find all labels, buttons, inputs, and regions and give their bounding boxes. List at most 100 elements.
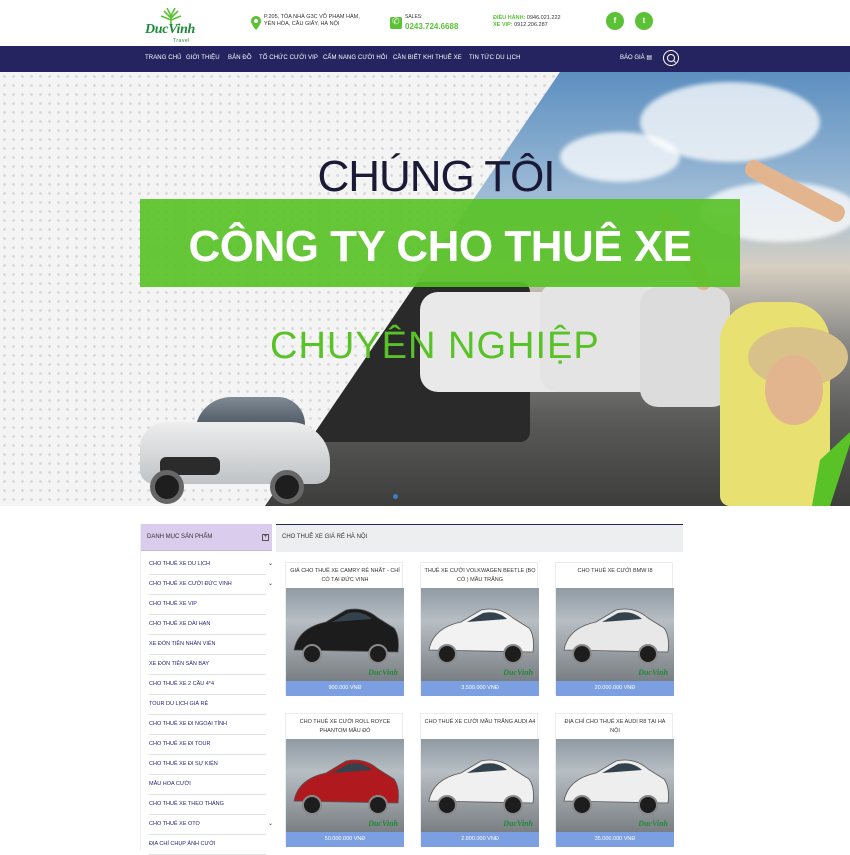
main-nav: TRANG CHỦ GIỚI THIỆU BẢN ĐỒ TỔ CHỨC CƯỚI… (0, 46, 850, 72)
slider-dot[interactable] (393, 494, 398, 499)
site-header: DucVinh Travel P.205, TÒA NHÀ G3C VÕ PHẠ… (0, 0, 850, 46)
product-image[interactable]: DucVinh (556, 588, 674, 681)
sidebar-item[interactable]: CHO THUÊ XE THEO THÁNG (149, 795, 266, 815)
product-card[interactable]: CHO THUÊ XE CƯỚI BMW I8 DucVinh 20.000.000… (555, 562, 674, 696)
sidebar-item-label: CHO THUÊ XE OTO (149, 821, 200, 827)
hero-banner: CHÚNG TÔI CÔNG TY CHO THUÊ XE CHUYÊN NGH… (0, 72, 850, 506)
sidebar-item[interactable]: CHO THUÊ XE ĐI TOUR (149, 735, 266, 755)
nav-vip-wedding[interactable]: TỔ CHỨC CƯỚI VIP (259, 55, 318, 61)
sales-number[interactable]: 0243.724.6688 (405, 22, 458, 31)
sidebar-item[interactable]: CHO THUÊ XE ĐI NGOẠI TỈNH (149, 715, 266, 735)
sidebar-item-label: CHO THUÊ XE ĐI TOUR (149, 741, 211, 747)
product-title[interactable]: CHO THUÊ XE CƯỚI MẦU TRẮNG AUDI A4 (421, 718, 539, 727)
sidebar-item[interactable]: CHO THUÊ XE CƯỚI ĐỨC VINH ⌄ (149, 575, 273, 595)
twitter-icon[interactable]: t (635, 12, 653, 30)
watermark-logo: DucVinh (503, 819, 533, 828)
sidebar-item-label: CHO THUÊ XE CƯỚI ĐỨC VINH (149, 581, 232, 587)
hero-line-1: CHÚNG TÔI (317, 152, 555, 201)
hero-line-2: CÔNG TY CHO THUÊ XE (188, 222, 692, 271)
sidebar-item-label: CHO THUÊ XE DU LỊCH (149, 561, 211, 567)
sidebar-item[interactable]: CHO THUÊ XE VIP (149, 595, 266, 615)
dispatch-number[interactable]: 0946.021.222 (527, 15, 561, 21)
white-sedan-image (140, 392, 330, 504)
sidebar-title: DANH MỤC SẢN PHẨM (147, 534, 213, 540)
chevron-down-icon[interactable]: ⌄ (268, 555, 273, 573)
sidebar-item[interactable]: XE ĐÓN TIỄN SÂN BAY (149, 655, 266, 675)
product-title[interactable]: ĐỊA CHỈ CHO THUÊ XE AUDI R8 TẠI HÀ NỘI (556, 718, 674, 736)
sidebar-item-label: XE ĐÓN TIỄN SÂN BAY (149, 661, 210, 667)
logo-text: DucVinh (145, 22, 196, 37)
search-icon[interactable] (663, 50, 679, 66)
vip-label: XE VIP: (493, 22, 513, 28)
hero-line-3: CHUYÊN NGHIỆP (270, 325, 600, 367)
chevron-down-icon[interactable]: ⌄ (268, 575, 273, 593)
sidebar-item[interactable]: MẪU HOA CƯỚI (149, 775, 266, 795)
product-title[interactable]: CHO THUÊ XE CƯỚI ROLL ROYCE PHANTOM MẦU … (286, 718, 404, 736)
product-price: 50.000.000 VNĐ (286, 832, 404, 847)
dispatch-label: ĐIỀU HÀNH: (493, 15, 526, 21)
sidebar-item[interactable]: TOUR DU LỊCH GIÁ RẺ (149, 695, 266, 715)
product-image[interactable]: DucVinh (421, 588, 539, 681)
nav-home[interactable]: TRANG CHỦ (145, 55, 182, 61)
map-pin-icon (251, 16, 261, 30)
sidebar-item-label: CHO THUÊ XE VIP (149, 601, 197, 607)
phone-icon (390, 16, 402, 29)
product-image[interactable]: DucVinh (421, 739, 539, 832)
product-card[interactable]: ĐỊA CHỈ CHO THUÊ XE AUDI R8 TẠI HÀ NỘI Du… (555, 713, 674, 847)
product-image[interactable]: DucVinh (286, 739, 404, 832)
main-section-header: CHO THUÊ XE GIÁ RẺ HÀ NỘI (276, 524, 683, 552)
sidebar-item[interactable]: CHO THUÊ XE ĐI SỰ KIỆN (149, 755, 266, 775)
product-image[interactable]: DucVinh (286, 588, 404, 681)
sidebar-item-label: CHO THUÊ XE ĐI NGOẠI TỈNH (149, 721, 228, 727)
product-price: 20.000.000 VNĐ (556, 681, 674, 696)
sidebar-toggle-button[interactable]: + (262, 534, 269, 541)
nav-wedding-guide[interactable]: CẨM NANG CƯỚI HỎI (323, 55, 387, 61)
sidebar-item-label: MẪU HOA CƯỚI (149, 781, 191, 787)
nav-rental-tips[interactable]: CẦN BIẾT KHI THUÊ XE (393, 55, 462, 61)
product-card[interactable]: CHO THUÊ XE CƯỚI MẦU TRẮNG AUDI A4 DucVin… (420, 713, 539, 847)
watermark-logo: DucVinh (638, 668, 668, 677)
sidebar-item-label: XE ĐÓN TIỄN NHÂN VIÊN (149, 641, 216, 647)
quote-link[interactable]: BÁO GIÁ ▤ (620, 54, 652, 61)
product-image[interactable]: DucVinh (556, 739, 674, 832)
sidebar-item-label: CHO THUÊ XE DÀI HẠN (149, 621, 211, 627)
sidebar-item-label: CHO THUÊ XE THEO THÁNG (149, 801, 224, 807)
watermark-logo: DucVinh (503, 668, 533, 677)
sidebar-item[interactable]: CHO THUÊ XE DÀI HẠN (149, 615, 266, 635)
logo-subtext: Travel (173, 38, 190, 44)
sidebar-item[interactable]: CHO THUÊ XE DU LỊCH ⌄ (149, 555, 273, 575)
product-category-sidebar: DANH MỤC SẢN PHẨM + CHO THUÊ XE DU LỊCH ⌄… (140, 524, 273, 855)
sidebar-item[interactable]: CHO THUÊ XE OTO ⌄ (149, 815, 273, 835)
site-logo[interactable]: DucVinh Travel (145, 8, 197, 44)
sidebar-item-label: CHO THUÊ XE ĐI SỰ KIỆN (149, 761, 218, 767)
product-price: 35.000.000 VNĐ (556, 832, 674, 847)
nav-map[interactable]: BẢN ĐỒ (228, 55, 252, 61)
chevron-down-icon[interactable]: ⌄ (268, 815, 273, 833)
sidebar-item[interactable]: ĐỊA CHỈ CHỤP ẢNH CƯỚI (149, 835, 266, 855)
product-title[interactable]: THUÊ XE CƯỚI VOLKWAGEN BEETLE (BỌ CÒ ) M… (421, 567, 539, 585)
product-title[interactable]: GIÁ CHO THUÊ XE CAMRY RẺ NHẤT - CHỈ CÓ T… (286, 567, 404, 585)
vip-number[interactable]: 0912.206.287 (514, 22, 548, 28)
sales-label: SALES: (405, 14, 423, 20)
product-card[interactable]: CHO THUÊ XE CƯỚI ROLL ROYCE PHANTOM MẦU … (285, 713, 404, 847)
product-title[interactable]: CHO THUÊ XE CƯỚI BMW I8 (556, 567, 674, 576)
company-address: P.205, TÒA NHÀ G3C VÕ PHẠM HÀM, YÊN HÒA,… (264, 14, 360, 27)
product-card[interactable]: THUÊ XE CƯỚI VOLKWAGEN BEETLE (BỌ CÒ ) M… (420, 562, 539, 696)
sidebar-item[interactable]: XE ĐÓN TIỄN NHÂN VIÊN (149, 635, 266, 655)
hotline-block: ĐIỀU HÀNH: 0946.021.222 XE VIP: 0912.206… (493, 15, 573, 29)
nav-travel-news[interactable]: TIN TỨC DU LỊCH (469, 55, 521, 61)
watermark-logo: DucVinh (638, 819, 668, 828)
product-price: 2.800.000 VNĐ (421, 832, 539, 847)
watermark-logo: DucVinh (368, 668, 398, 677)
product-card[interactable]: GIÁ CHO THUÊ XE CAMRY RẺ NHẤT - CHỈ CÓ T… (285, 562, 404, 696)
sidebar-item-label: ĐỊA CHỈ CHỤP ẢNH CƯỚI (149, 841, 216, 847)
product-price: 3.500.000 VNĐ (421, 681, 539, 696)
facebook-icon[interactable]: f (606, 12, 624, 30)
watermark-logo: DucVinh (368, 819, 398, 828)
sidebar-item[interactable]: CHO THUÊ XE 2 CẦU 4*4 (149, 675, 266, 695)
sidebar-item-label: CHO THUÊ XE 2 CẦU 4*4 (149, 681, 215, 687)
main-section-title: CHO THUÊ XE GIÁ RẺ HÀ NỘI (282, 534, 368, 540)
sidebar-header: DANH MỤC SẢN PHẨM + (141, 524, 272, 551)
product-price: 900.000 VNĐ (286, 681, 404, 696)
nav-about[interactable]: GIỚI THIỆU (186, 55, 220, 61)
